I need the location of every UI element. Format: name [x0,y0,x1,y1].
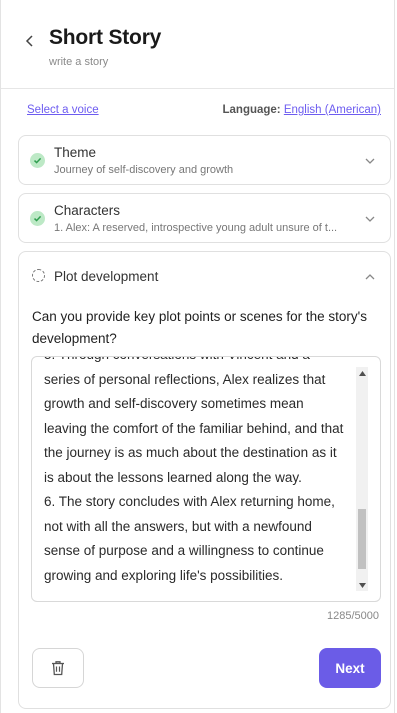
character-counter: 1285/5000 [327,610,379,622]
check-circle-icon [30,211,45,226]
language-link[interactable]: English (American) [284,104,381,116]
triangle-down-icon [358,582,366,588]
step-title: Characters [54,203,121,218]
step-title: Plot development [54,269,159,284]
page-title: Short Story [49,26,162,49]
scroll-up-button[interactable] [356,367,368,379]
chevron-down-icon [364,155,376,167]
step-plot-development: Plot development Can you provide key plo… [18,251,391,709]
scrollbar[interactable] [356,367,368,591]
check-circle-icon [30,153,45,168]
select-voice-link[interactable]: Select a voice [27,104,99,116]
step-theme[interactable]: Theme Journey of self-discovery and grow… [18,135,391,185]
language-label: Language: [222,104,281,116]
language-row: Language: English (American) [223,104,382,116]
step-summary: Journey of self-discovery and growth [54,164,234,176]
back-button[interactable] [21,32,39,50]
next-button[interactable]: Next [319,648,381,688]
triangle-up-icon [358,370,366,376]
chevron-down-icon [364,213,376,225]
delete-button[interactable] [32,648,84,688]
page-subtitle: write a story [49,56,109,68]
answer-textarea[interactable]: 5. Through conversations with Vincent an… [31,356,381,602]
chevron-up-icon [365,274,375,280]
scroll-down-button[interactable] [356,579,368,591]
step-characters[interactable]: Characters 1. Alex: A reserved, introspe… [18,193,391,243]
step-title: Theme [54,145,97,160]
step-question: Can you provide key plot points or scene… [32,309,367,346]
chevron-left-icon [25,35,33,47]
scrollbar-thumb[interactable] [358,509,366,569]
collapse-button[interactable] [364,271,376,283]
dashed-circle-icon [32,269,45,282]
answer-text[interactable]: 5. Through conversations with Vincent an… [44,357,349,588]
trash-icon [52,661,64,676]
story-panel: Short Story write a story Select a voice… [0,0,395,713]
step-summary: 1. Alex: A reserved, introspective young… [54,222,338,234]
header: Short Story write a story [1,0,394,89]
